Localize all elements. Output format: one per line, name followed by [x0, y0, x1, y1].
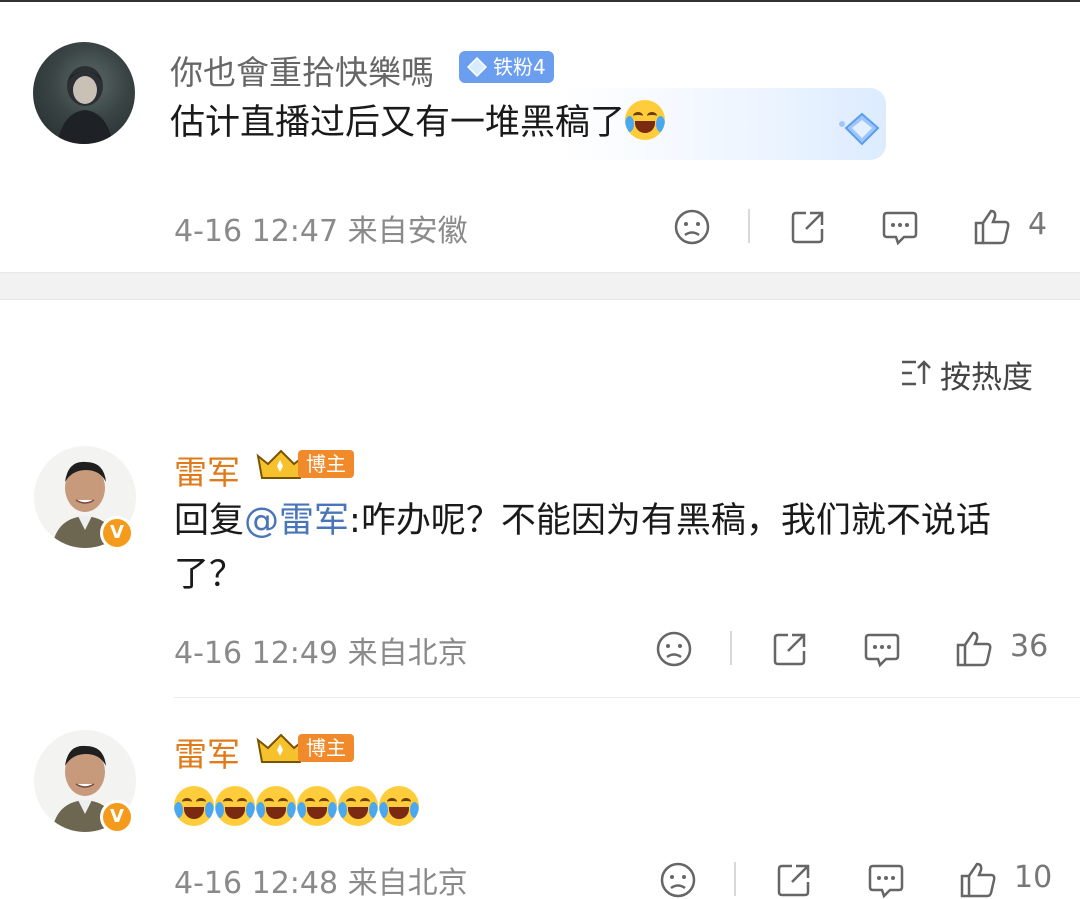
action-bar: 4 [670, 205, 1050, 249]
bubble-diamond-icon [839, 112, 880, 146]
comment-item-3: V 雷军 博主 4-16 12:48 来自北京 10 [0, 698, 1080, 899]
laugh-cry-emoji [625, 100, 666, 140]
like-count: 36 [1010, 629, 1049, 664]
like-count: 4 [1028, 207, 1048, 242]
comment-text-body: 估计直播过后又有一堆黑稿了 [170, 103, 626, 143]
comment-text: 回复@雷军:咋办呢？不能因为有黑稿，我们就不说话了？ [174, 494, 1044, 602]
host-badge-label: 博主 [298, 450, 354, 478]
v-verified-icon: V [100, 800, 134, 834]
section-divider [0, 272, 1080, 300]
mention-link[interactable]: @雷军 [244, 501, 349, 541]
fan-badge[interactable]: 铁粉4 [459, 51, 554, 83]
avatar[interactable] [33, 42, 135, 144]
share-button[interactable] [768, 627, 812, 671]
comment-button[interactable] [860, 627, 904, 671]
comment-item-2: V 雷军 博主 回复@雷军:咋办呢？不能因为有黑稿，我们就不说话了？ 4-16 … [0, 420, 1080, 698]
like-icon [960, 862, 996, 898]
like-button[interactable] [956, 858, 1000, 899]
sad-icon [660, 862, 696, 898]
laugh-cry-emoji [297, 786, 337, 826]
username[interactable]: 雷军 [174, 446, 240, 494]
share-button[interactable] [772, 858, 816, 899]
laugh-cry-emoji [338, 786, 378, 826]
comment-button[interactable] [864, 858, 908, 899]
action-bar: 10 [656, 858, 1053, 899]
reply-prefix: 回复 [174, 501, 245, 541]
dislike-button[interactable] [670, 205, 714, 249]
comment-meta: 4-16 12:49 来自北京 [174, 636, 468, 671]
dislike-button[interactable] [656, 858, 700, 899]
laugh-cry-emoji [215, 786, 255, 826]
dislike-button[interactable] [652, 627, 696, 671]
comment-emoji-row [174, 782, 420, 836]
comment-icon [868, 864, 904, 899]
share-button[interactable] [786, 205, 830, 249]
comment-meta: 4-16 12:47 来自安徽 [174, 214, 468, 249]
comment-icon [882, 211, 918, 246]
comment-icon [864, 633, 900, 668]
comment-item-1: 你也會重拾快樂嗎 铁粉4 估计直播过后又有一堆黑稿了 4-16 12:47 来自… [0, 0, 1080, 272]
laugh-cry-emoji [379, 786, 419, 826]
comment-meta: 4-16 12:48 来自北京 [174, 866, 468, 899]
share-icon [773, 633, 806, 666]
laugh-cry-emoji [174, 786, 214, 826]
diamond-icon [467, 57, 487, 77]
v-verified-icon: V [100, 516, 134, 550]
share-icon [791, 211, 824, 244]
action-separator [730, 631, 732, 665]
like-button[interactable] [970, 205, 1014, 249]
username[interactable]: 你也會重拾快樂嗎 [170, 46, 434, 94]
comment-button[interactable] [878, 205, 922, 249]
host-badge-label: 博主 [298, 734, 354, 762]
sad-icon [656, 631, 692, 667]
share-icon [777, 864, 810, 897]
action-separator [748, 209, 750, 243]
action-bar: 36 [652, 627, 1050, 671]
like-button[interactable] [952, 627, 996, 671]
sad-icon [674, 209, 710, 245]
sort-icon [902, 360, 931, 386]
host-badge[interactable]: 博主 [256, 448, 356, 480]
fan-badge-label: 铁粉4 [493, 55, 546, 79]
laugh-cry-emoji [256, 786, 296, 826]
comment-text: 估计直播过后又有一堆黑稿了 [170, 96, 666, 150]
like-icon [974, 209, 1010, 245]
sort-label: 按热度 [940, 360, 1033, 396]
host-badge[interactable]: 博主 [256, 732, 356, 764]
like-count: 10 [1014, 860, 1053, 895]
username[interactable]: 雷军 [174, 728, 240, 776]
like-icon [956, 631, 992, 667]
avatar-figure-icon [57, 66, 113, 144]
sort-by-hot-button[interactable]: 按热度 [900, 352, 1038, 396]
action-separator [734, 862, 736, 896]
